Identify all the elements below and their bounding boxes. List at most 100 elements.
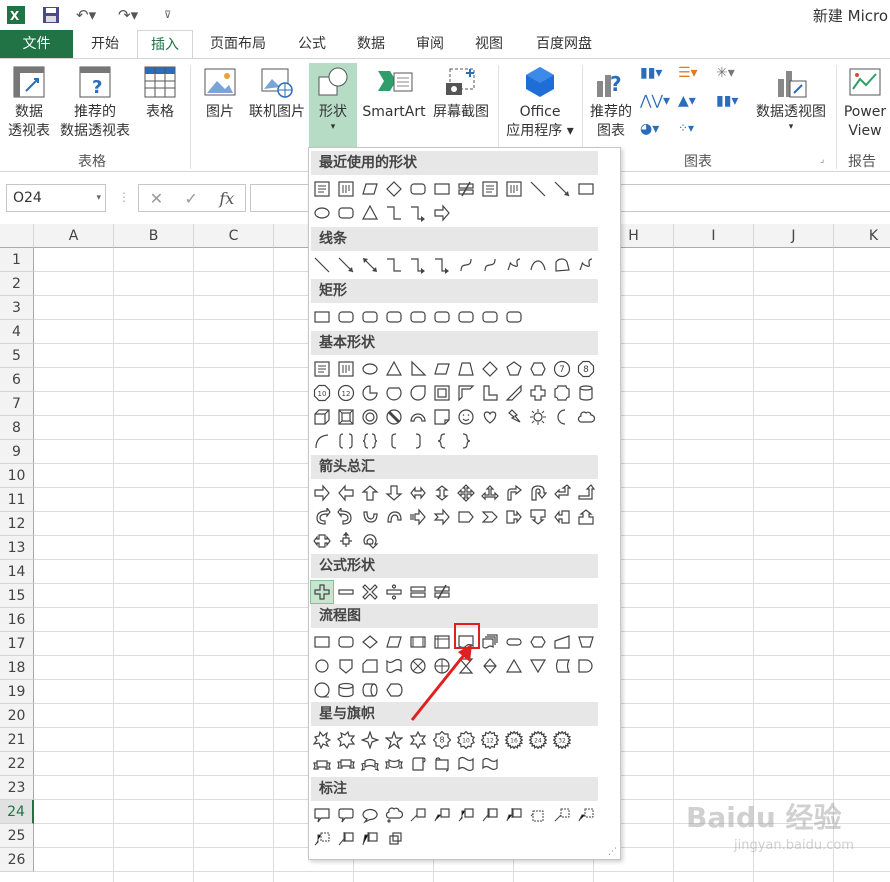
- can-shape-icon[interactable]: [575, 382, 597, 404]
- down-ribbon-shape-icon[interactable]: [335, 753, 357, 775]
- line-callout-2-accent-bar-shape-icon[interactable]: [503, 804, 525, 826]
- row-header-17[interactable]: 17: [0, 632, 34, 656]
- undo-icon[interactable]: ↶▾: [76, 5, 96, 25]
- quad-arrow-callout-shape-icon[interactable]: [335, 530, 357, 552]
- cancel-icon[interactable]: ✕: [150, 189, 163, 208]
- math-not-equal-shape-icon[interactable]: [431, 581, 453, 603]
- tab-view[interactable]: 视图: [464, 30, 514, 58]
- isosceles-triangle-shape-icon[interactable]: [383, 358, 405, 380]
- line-callout-3-shape-icon[interactable]: [455, 804, 477, 826]
- rectangular-callout-shape-icon[interactable]: [311, 804, 333, 826]
- snip-diagonal-rect-shape-icon[interactable]: [407, 306, 429, 328]
- bent-arrow-shape-icon[interactable]: [503, 482, 525, 504]
- block-arc-shape-icon[interactable]: [407, 406, 429, 428]
- recent-rounded-rect-shape-icon[interactable]: [407, 178, 429, 200]
- recent-rect-2-shape-icon[interactable]: [575, 178, 597, 200]
- striped-right-arrow-shape-icon[interactable]: [407, 506, 429, 528]
- circular-arrow-shape-icon[interactable]: [359, 530, 381, 552]
- row-header-20[interactable]: 20: [0, 704, 34, 728]
- power-view-button[interactable]: Power View: [840, 65, 890, 141]
- wave-shape-icon[interactable]: [455, 753, 477, 775]
- row-header-9[interactable]: 9: [0, 440, 34, 464]
- diagonal-stripe-shape-icon[interactable]: [503, 382, 525, 404]
- round-diagonal-rect-shape-icon[interactable]: [503, 306, 525, 328]
- textbox-shape-icon[interactable]: [311, 358, 333, 380]
- star-4-point-shape-icon[interactable]: [359, 729, 381, 751]
- row-header-5[interactable]: 5: [0, 344, 34, 368]
- chevron-shape-icon[interactable]: [479, 506, 501, 528]
- select-all-corner[interactable]: [0, 224, 34, 248]
- recent-triangle-shape-icon[interactable]: [359, 202, 381, 224]
- line-callout-1-shape-icon[interactable]: [407, 804, 429, 826]
- flowchart-connector-shape-icon[interactable]: [311, 655, 333, 677]
- cloud-shape-icon[interactable]: [575, 406, 597, 428]
- row-header-13[interactable]: 13: [0, 536, 34, 560]
- tab-file[interactable]: 文件: [0, 30, 73, 58]
- recent-elbow-arrow-connector-shape-icon[interactable]: [407, 202, 429, 224]
- elbow-connector-shape-icon[interactable]: [383, 254, 405, 276]
- round-single-corner-rect-shape-icon[interactable]: [455, 306, 477, 328]
- save-icon[interactable]: [42, 5, 60, 25]
- down-arrow-callout-shape-icon[interactable]: [527, 506, 549, 528]
- left-bracket-shape-icon[interactable]: [383, 430, 405, 452]
- oval-shape-icon[interactable]: [359, 358, 381, 380]
- tab-formulas[interactable]: 公式: [288, 30, 336, 58]
- flowchart-off-page-connector-shape-icon[interactable]: [335, 655, 357, 677]
- row-header-12[interactable]: 12: [0, 512, 34, 536]
- down-arrow-shape-icon[interactable]: [383, 482, 405, 504]
- curved-arrow-connector-shape-icon[interactable]: [479, 254, 501, 276]
- flowchart-decision-shape-icon[interactable]: [359, 631, 381, 653]
- arc-shape-icon[interactable]: [311, 430, 333, 452]
- row-header-22[interactable]: 22: [0, 752, 34, 776]
- recent-line-shape-icon[interactable]: [527, 178, 549, 200]
- row-header-8[interactable]: 8: [0, 416, 34, 440]
- recent-rect-shape-icon[interactable]: [431, 178, 453, 200]
- recent-right-arrow-shape-icon[interactable]: [431, 202, 453, 224]
- double-brace-shape-icon[interactable]: [359, 430, 381, 452]
- row-header-18[interactable]: 18: [0, 656, 34, 680]
- curved-down-ribbon-shape-icon[interactable]: [383, 753, 405, 775]
- freeform-shape-icon[interactable]: [551, 254, 573, 276]
- recent-vertical-textbox-2-shape-icon[interactable]: [503, 178, 525, 200]
- row-header-16[interactable]: 16: [0, 608, 34, 632]
- vertical-scroll-shape-icon[interactable]: [407, 753, 429, 775]
- sun-shape-icon[interactable]: [527, 406, 549, 428]
- tab-page-layout[interactable]: 页面布局: [200, 30, 276, 58]
- vertical-textbox-shape-icon[interactable]: [335, 358, 357, 380]
- right-arrow-callout-shape-icon[interactable]: [503, 506, 525, 528]
- pentagon-arrow-shape-icon[interactable]: [455, 506, 477, 528]
- donut-shape-icon[interactable]: [359, 406, 381, 428]
- column-header-k[interactable]: K: [834, 224, 890, 248]
- left-arrow-callout-shape-icon[interactable]: [551, 506, 573, 528]
- no-symbol-shape-icon[interactable]: [383, 406, 405, 428]
- row-header-11[interactable]: 11: [0, 488, 34, 512]
- octagon-shape-icon[interactable]: 8: [575, 358, 597, 380]
- column-header-a[interactable]: A: [34, 224, 114, 248]
- cloud-callout-shape-icon[interactable]: [383, 804, 405, 826]
- star-12-point-shape-icon[interactable]: 12: [479, 729, 501, 751]
- teardrop-shape-icon[interactable]: [407, 382, 429, 404]
- row-header-23[interactable]: 23: [0, 776, 34, 800]
- pie-shape-icon[interactable]: [359, 382, 381, 404]
- moon-shape-icon[interactable]: [551, 406, 573, 428]
- up-ribbon-shape-icon[interactable]: [311, 753, 333, 775]
- bar-chart-icon[interactable]: ☰▾: [678, 65, 698, 81]
- flowchart-sequential-access-storage-shape-icon[interactable]: [311, 679, 333, 701]
- star-24-point-shape-icon[interactable]: 24: [527, 729, 549, 751]
- combo-chart-icon[interactable]: ▮▮▾: [716, 93, 738, 109]
- tab-review[interactable]: 审阅: [405, 30, 455, 58]
- left-right-up-arrow-shape-icon[interactable]: [479, 482, 501, 504]
- right-bracket-shape-icon[interactable]: [407, 430, 429, 452]
- flowchart-card-shape-icon[interactable]: [359, 655, 381, 677]
- row-header-6[interactable]: 6: [0, 368, 34, 392]
- rectangle-shape-icon[interactable]: [311, 306, 333, 328]
- math-multiply-shape-icon[interactable]: [359, 581, 381, 603]
- line-callout-1-no-border-shape-icon[interactable]: [551, 804, 573, 826]
- flowchart-terminator-shape-icon[interactable]: [503, 631, 525, 653]
- l-shape-shape-icon[interactable]: [479, 382, 501, 404]
- scribble-shape-icon[interactable]: [575, 254, 597, 276]
- star-6-point-shape-icon[interactable]: [407, 729, 429, 751]
- left-right-arrow-shape-icon[interactable]: [407, 482, 429, 504]
- resize-grip-icon[interactable]: ⋰: [608, 847, 617, 857]
- flowchart-stored-data-shape-icon[interactable]: [551, 655, 573, 677]
